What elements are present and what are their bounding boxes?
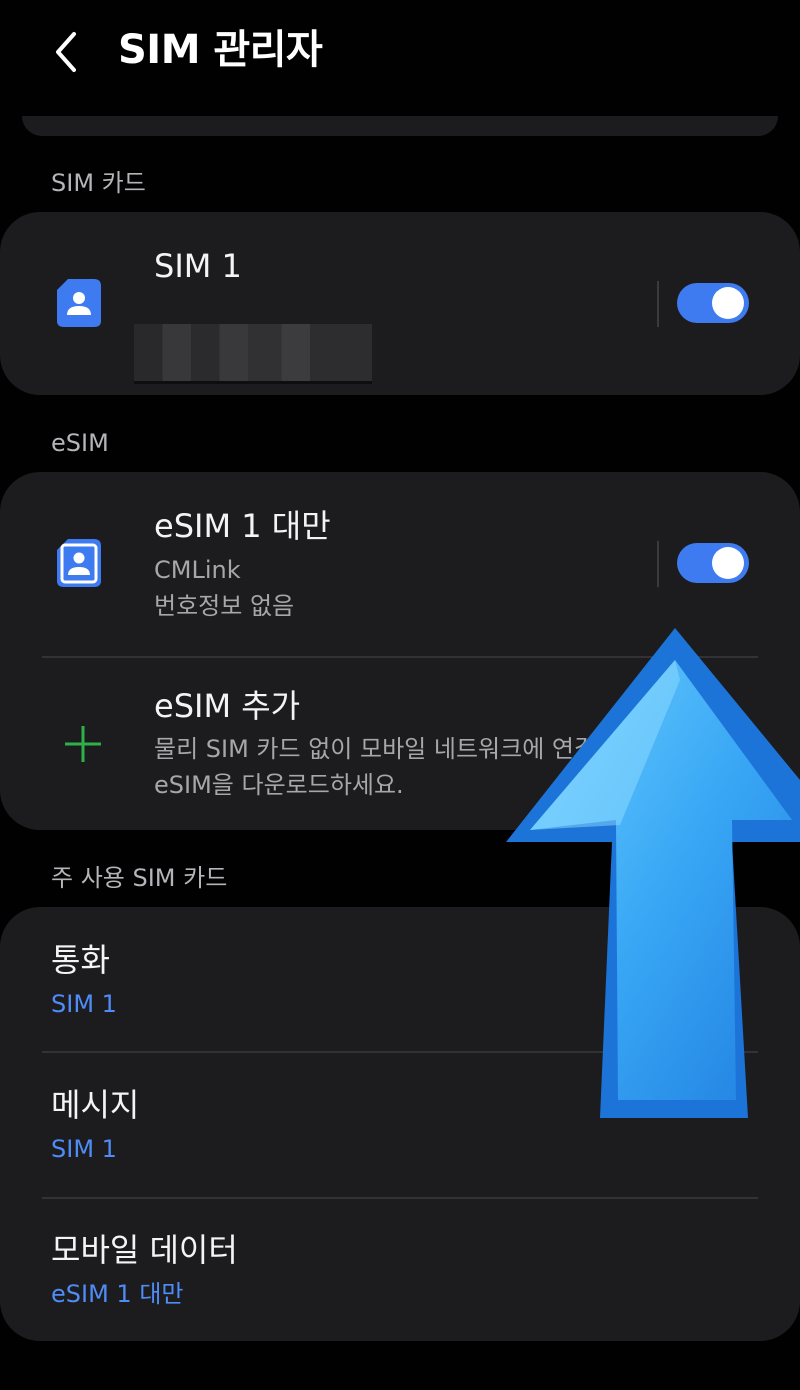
primary-sim-card: 통화 SIM 1 메시지 SIM 1 모바일 데이터 eSIM 1 대만	[0, 907, 800, 1341]
esim1-row[interactable]: eSIM 1 대만 CMLink 번호정보 없음	[0, 472, 800, 656]
pref-row-calls[interactable]: 통화 SIM 1	[0, 907, 800, 1052]
chevron-left-icon	[56, 32, 76, 72]
previous-card-edge	[22, 116, 778, 136]
sim-card-icon	[56, 538, 102, 588]
pref-messages-value: SIM 1	[51, 1135, 117, 1163]
esim1-title: eSIM 1 대만	[154, 507, 331, 545]
back-button[interactable]	[40, 24, 96, 80]
section-label-sim-cards: SIM 카드	[51, 169, 146, 197]
sim-cards-card: SIM 1	[0, 212, 800, 395]
toggle-knob	[712, 287, 744, 319]
pref-mobile-data-label: 모바일 데이터	[51, 1231, 238, 1269]
sim1-number-redacted	[134, 324, 372, 384]
plus-icon	[62, 723, 104, 765]
add-esim-description-line2: eSIM을 다운로드하세요.	[154, 771, 404, 799]
add-esim-description-line1: 물리 SIM 카드 없이 모바일 네트워크에 연결하려면	[154, 735, 663, 763]
esim1-number-status: 번호정보 없음	[154, 592, 295, 620]
toggle-separator	[657, 281, 659, 327]
section-label-esim: eSIM	[51, 429, 109, 457]
esim1-toggle[interactable]	[677, 543, 749, 583]
sim-manager-screen: SIM 관리자 SIM 카드 SIM 1 eSIM eSIM 1 대만 CMLi…	[0, 0, 800, 1390]
add-esim-title: eSIM 추가	[154, 687, 301, 725]
sim-card-icon	[56, 278, 102, 328]
pref-row-messages[interactable]: 메시지 SIM 1	[0, 1053, 800, 1197]
esim-card: eSIM 1 대만 CMLink 번호정보 없음 eSIM 추가 물리 SIM …	[0, 472, 800, 830]
app-bar: SIM 관리자	[0, 0, 800, 105]
add-esim-row[interactable]: eSIM 추가 물리 SIM 카드 없이 모바일 네트워크에 연결하려면 eSI…	[0, 658, 800, 830]
sim1-row[interactable]: SIM 1	[0, 212, 800, 395]
toggle-knob	[712, 547, 744, 579]
section-label-primary-sim: 주 사용 SIM 카드	[51, 864, 228, 892]
pref-calls-label: 통화	[51, 941, 110, 979]
page-title: SIM 관리자	[118, 27, 323, 73]
pref-row-mobile-data[interactable]: 모바일 데이터 eSIM 1 대만	[0, 1199, 800, 1341]
toggle-separator	[657, 541, 659, 587]
esim1-carrier: CMLink	[154, 556, 241, 584]
pref-messages-label: 메시지	[51, 1086, 140, 1124]
pref-mobile-data-value: eSIM 1 대만	[51, 1280, 184, 1308]
sim1-toggle[interactable]	[677, 283, 749, 323]
pref-calls-value: SIM 1	[51, 990, 117, 1018]
sim1-title: SIM 1	[154, 247, 242, 285]
